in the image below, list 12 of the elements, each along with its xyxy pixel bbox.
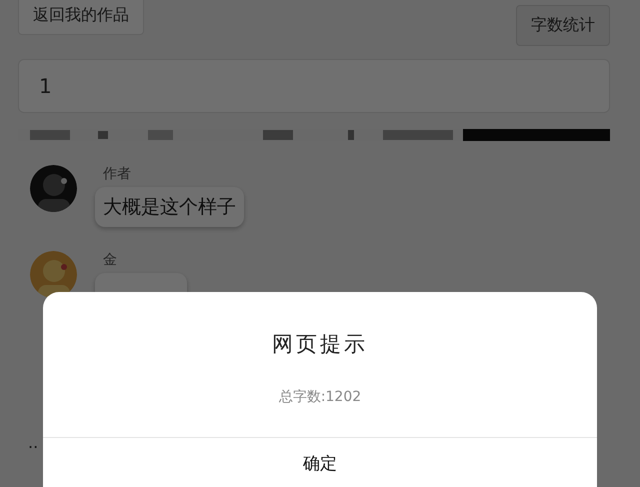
author-name: 作者 xyxy=(103,165,131,183)
message-bubble: 大概是这个样子 xyxy=(95,187,244,227)
ellipsis-text: .. xyxy=(27,433,40,452)
author-name: 金 xyxy=(103,251,117,269)
confirm-button[interactable]: 确定 xyxy=(293,450,347,477)
word-count-button[interactable]: 字数统计 xyxy=(516,5,610,46)
title-field[interactable]: 1 xyxy=(18,59,610,113)
back-button[interactable]: 返回我的作品 xyxy=(18,0,144,35)
dialog-title: 网页提示 xyxy=(272,331,368,358)
avatar xyxy=(30,165,77,212)
dialog-message: 总字数:1202 xyxy=(278,388,362,406)
avatar xyxy=(30,251,77,298)
